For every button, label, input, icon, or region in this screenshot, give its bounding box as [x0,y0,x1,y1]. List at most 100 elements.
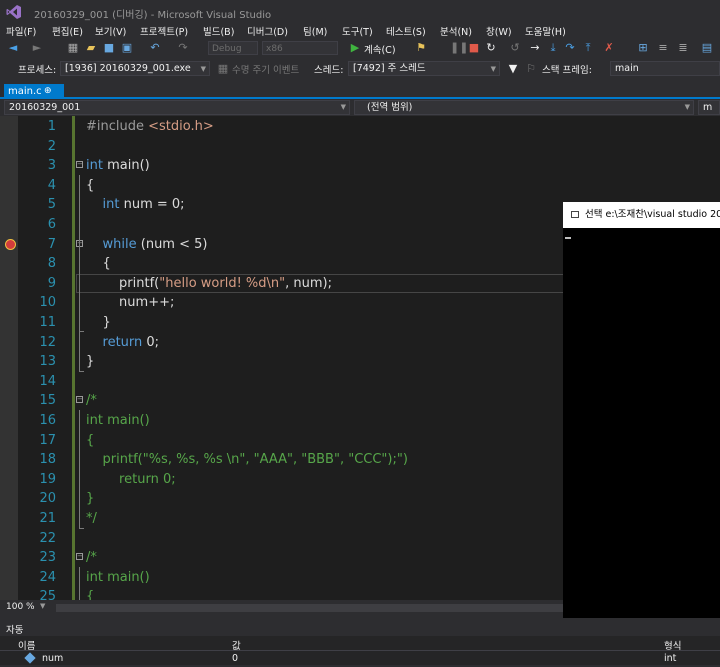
visual-studio-logo-icon [6,5,21,19]
forward-icon[interactable]: ► [30,41,44,55]
fold-guide [79,567,80,600]
configuration-select[interactable]: Debug [208,41,258,55]
menu-file[interactable]: 파일(F) [6,24,36,38]
console-window[interactable]: 선택 e:\조재찬\visual studio 20 [563,202,720,634]
code-token: <stdio.h> [148,119,214,134]
break-all-icon[interactable]: ❚❚ [450,41,468,55]
continue-button[interactable]: 계속(C) [364,42,396,56]
menu-team[interactable]: 팀(M) [303,24,327,38]
tab-main-c[interactable]: main.c ⊕ [4,84,64,99]
menu-build[interactable]: 빌드(B) [203,24,234,38]
menu-tools[interactable]: 도구(T) [342,24,373,38]
code-token: */ [86,511,97,526]
comment-icon[interactable]: ≡ [656,41,670,55]
fold-guide [79,410,80,528]
menu-edit[interactable]: 편집(E) [52,24,83,38]
scope-select[interactable]: (전역 범위) ▼ [354,100,694,115]
apply-changes-icon[interactable]: ↺ [508,41,522,55]
redo-icon[interactable]: ↷ [176,41,190,55]
back-icon[interactable]: ◄ [6,41,20,55]
stack-frame-select[interactable]: main [610,61,720,76]
project-select[interactable]: 20160329_001 ▼ [4,100,350,115]
code-line[interactable]: 4{ [0,176,720,196]
platform-select[interactable]: x86 [262,41,338,55]
line-number: 7 [47,236,56,252]
thread-select[interactable]: [7492] 주 스레드 ▼ [348,61,500,76]
filter-icon[interactable]: ▼ [506,62,520,76]
collapse-icon[interactable]: − [76,553,83,561]
menu-view[interactable]: 보기(V) [95,24,126,38]
code-token: num = 0; [119,197,185,213]
tab-label: main.c [8,86,42,97]
code-token: int main() [86,569,150,585]
line-number: 23 [39,550,56,566]
menu-help[interactable]: 도움말(H) [525,24,566,38]
line-number: 18 [39,452,56,468]
new-project-icon[interactable]: ▦ [66,41,80,55]
step-out-icon[interactable]: ⤒ [581,41,595,55]
scope-value: (전역 범위) [367,102,413,113]
menu-bar: 파일(F) 편집(E) 보기(V) 프로젝트(P) 빌드(B) 디버그(D) 팀… [0,24,720,38]
debug-location-toolbar: 프로세스: [1936] 20160329_001.exe ▼ ▦ 수명 주기 … [0,59,720,79]
column-type[interactable]: 형식 [664,638,681,652]
column-name[interactable]: 이름 [18,638,35,652]
horizontal-scrollbar[interactable] [56,604,563,612]
code-line[interactable]: 3 − int main() [0,156,720,176]
collapse-icon[interactable]: − [76,161,83,169]
step-over-icon[interactable]: ↷ [563,41,577,55]
lifecycle-events-button[interactable]: 수명 주기 이벤트 [232,62,299,76]
menu-test[interactable]: 테스트(S) [386,24,426,38]
open-folder-icon[interactable]: ▰ [84,41,98,55]
uncomment-icon[interactable]: ≣ [676,41,690,55]
lifecycle-icon[interactable]: ▦ [216,62,230,76]
variable-value[interactable]: 0 [232,653,238,664]
table-row[interactable]: num 0 int [0,651,720,665]
member-select[interactable]: m [698,100,720,115]
code-text: } [86,489,94,509]
restart-icon[interactable]: ↻ [484,41,498,55]
menu-window[interactable]: 창(W) [486,24,512,38]
breakpoints-icon[interactable]: ✗ [602,41,616,55]
stop-icon[interactable]: ■ [467,41,481,55]
attach-icon[interactable]: ⚑ [414,41,428,55]
code-token: (num < 5) [136,236,208,252]
pin-icon[interactable]: ⊕ [44,84,52,99]
code-text: printf("%s, %s, %s \n", "AAA", "BBB", "C… [86,450,408,470]
zoom-level-select[interactable]: 100 % [6,602,35,612]
flag-icon[interactable]: ⚐ [524,62,538,76]
console-title-bar[interactable]: 선택 e:\조재찬\visual studio 20 [563,202,720,228]
code-token: int [86,158,103,174]
breakpoint-icon[interactable] [5,238,16,250]
code-token: } [86,315,111,330]
show-next-statement-icon[interactable]: → [528,41,542,55]
code-token: 0; [142,334,160,350]
save-icon[interactable]: ■ [102,41,116,55]
menu-debug[interactable]: 디버그(D) [247,24,288,38]
save-all-icon[interactable]: ▣ [120,41,134,55]
line-number: 20 [39,491,56,507]
code-line[interactable]: 2 [0,137,720,157]
menu-analyze[interactable]: 분석(N) [440,24,472,38]
find-icon[interactable]: ▤ [700,41,714,55]
undo-icon[interactable]: ↶ [148,41,162,55]
menu-project[interactable]: 프로젝트(P) [140,24,188,38]
line-number: 11 [39,315,56,330]
line-number: 3 [47,158,56,174]
code-token: int main() [86,413,150,428]
code-token: printf("%s, %s, %s \n", "AAA", "BBB", "C… [86,452,408,468]
code-line[interactable]: 1 #include <stdio.h> [0,117,720,137]
code-text: /* [86,391,97,411]
line-number: 19 [39,471,56,487]
bookmark-icon[interactable]: ⊞ [636,41,650,55]
line-number: 5 [47,197,56,213]
continue-icon[interactable]: ▶ [348,41,362,55]
chevron-down-icon: ▼ [490,65,496,73]
step-into-icon[interactable]: ⤓ [546,41,560,55]
line-number: 10 [39,295,56,311]
code-token: { [86,589,95,600]
collapse-icon[interactable]: − [76,396,83,404]
chevron-down-icon[interactable]: ▼ [40,602,45,610]
column-value[interactable]: 값 [232,638,241,652]
process-select[interactable]: [1936] 20160329_001.exe ▼ [60,61,210,76]
